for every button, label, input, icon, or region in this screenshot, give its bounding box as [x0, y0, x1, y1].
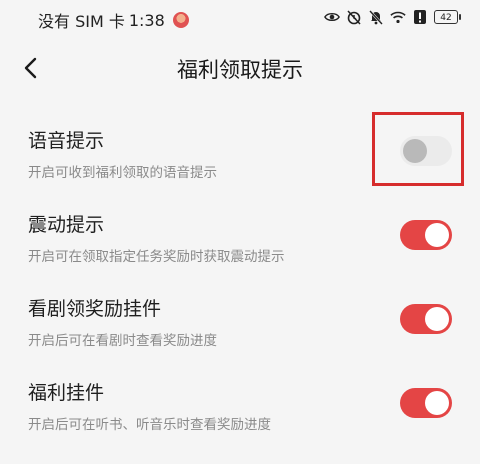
- battery-icon: 42: [434, 10, 461, 24]
- voice-alert-toggle[interactable]: [400, 136, 452, 166]
- status-icons: 42: [324, 9, 461, 25]
- setting-title: 震动提示: [28, 214, 105, 236]
- vibration-alert-toggle[interactable]: [400, 220, 452, 250]
- toggle-knob: [425, 307, 449, 331]
- setting-description: 开启可收到福利领取的语音提示: [28, 165, 217, 181]
- setting-description: 开启可在领取指定任务奖励时获取震动提示: [28, 249, 285, 265]
- setting-title: 看剧领奖励挂件: [28, 298, 162, 320]
- setting-title: 语音提示: [28, 130, 105, 152]
- page-title: 福利领取提示: [177, 58, 303, 82]
- toggle-knob: [425, 391, 449, 415]
- eye-icon: [324, 9, 340, 25]
- toggle-knob: [425, 223, 449, 247]
- notification-avatar-icon: [172, 12, 189, 28]
- setting-voice-alert: 语音提示 开启可收到福利领取的语音提示: [0, 118, 480, 202]
- status-left: 没有 SIM 卡 1:38: [38, 8, 189, 32]
- drama-reward-widget-toggle[interactable]: [400, 304, 452, 334]
- wifi-icon: [390, 9, 406, 25]
- toggle-knob: [403, 139, 427, 163]
- clock: 1:38: [128, 10, 165, 30]
- alarm-off-icon: [346, 9, 362, 25]
- status-bar: 没有 SIM 卡 1:38 42: [0, 0, 480, 36]
- carrier-text: 没有 SIM 卡: [38, 12, 125, 31]
- setting-description: 开启后可在听书、听音乐时查看奖励进度: [28, 417, 271, 433]
- benefit-widget-toggle[interactable]: [400, 388, 452, 418]
- setting-benefit-widget: 福利挂件 开启后可在听书、听音乐时查看奖励进度: [0, 370, 480, 454]
- mute-bell-icon: [368, 9, 384, 25]
- alert-icon: [412, 9, 428, 25]
- settings-list: 语音提示 开启可收到福利领取的语音提示 震动提示 开启可在领取指定任务奖励时获取…: [0, 118, 480, 454]
- header: 福利领取提示: [0, 44, 480, 92]
- setting-vibration-alert: 震动提示 开启可在领取指定任务奖励时获取震动提示: [0, 202, 480, 286]
- setting-title: 福利挂件: [28, 382, 105, 404]
- setting-drama-reward-widget: 看剧领奖励挂件 开启后可在看剧时查看奖励进度: [0, 286, 480, 370]
- setting-description: 开启后可在看剧时查看奖励进度: [28, 333, 217, 349]
